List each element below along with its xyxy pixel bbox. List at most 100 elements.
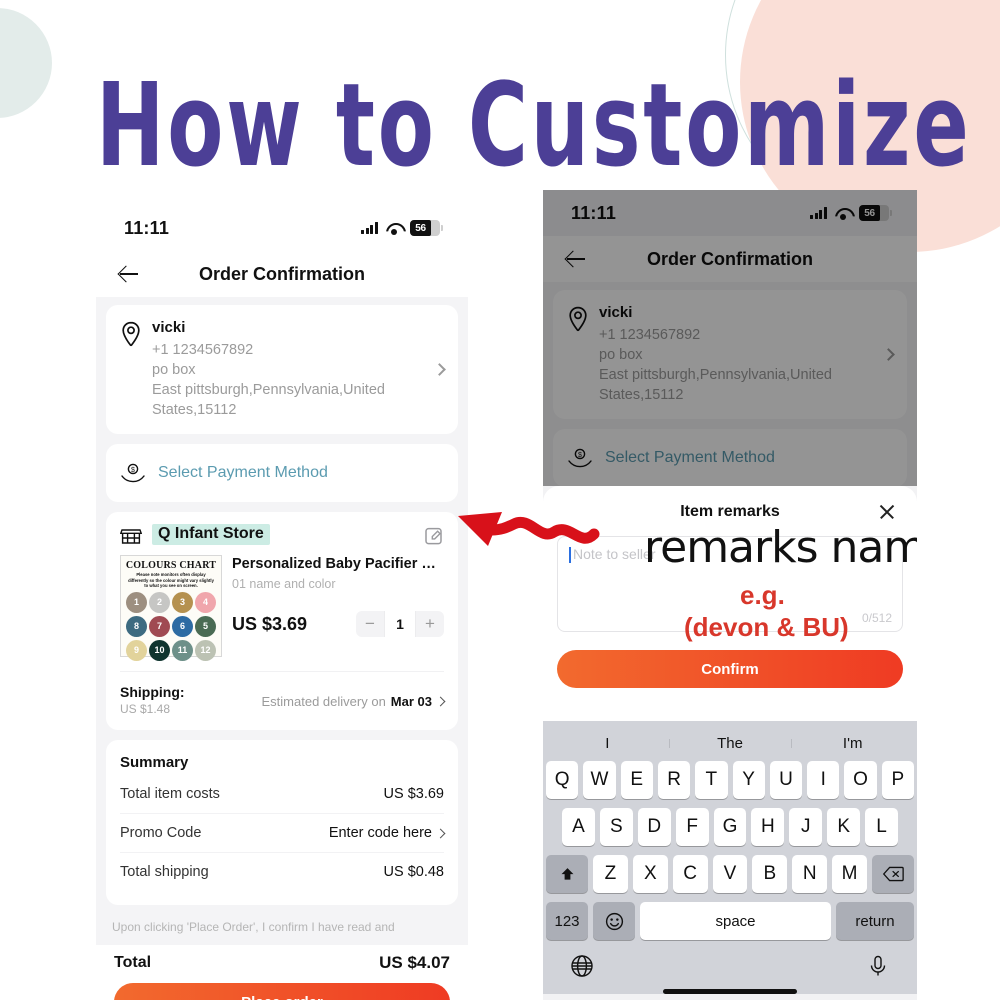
shipping-label: Shipping: bbox=[120, 684, 185, 700]
promo-code-entry[interactable]: Enter code here bbox=[329, 825, 446, 841]
colour-swatch-grid: 1 2 3 4 8 7 6 5 9 10 11 12 bbox=[124, 591, 218, 661]
quantity-decrease-button[interactable]: − bbox=[356, 611, 384, 637]
note-edit-icon[interactable] bbox=[424, 526, 444, 546]
key-w[interactable]: W bbox=[583, 761, 616, 799]
colours-chart-subtext: Please note monitors often display diffe… bbox=[128, 572, 214, 589]
key-g[interactable]: G bbox=[713, 808, 747, 846]
chevron-right-icon[interactable] bbox=[433, 363, 446, 377]
annotation-remarks-name: remarks name bbox=[644, 522, 917, 573]
summary-card: Summary Total item costs US $3.69 Promo … bbox=[106, 740, 458, 905]
chevron-right-icon[interactable] bbox=[882, 348, 895, 362]
product-variant: 01 name and color bbox=[232, 577, 336, 591]
key-s[interactable]: S bbox=[599, 808, 633, 846]
address-card[interactable]: vicki +1 1234567892 po box East pittsbur… bbox=[106, 305, 458, 434]
address-line-1: po box bbox=[152, 362, 196, 378]
key-f[interactable]: F bbox=[675, 808, 709, 846]
shift-up-icon[interactable] bbox=[546, 855, 588, 893]
product-title[interactable]: Personalized Baby Pacifier Clip Custo... bbox=[232, 555, 444, 573]
key-k[interactable]: K bbox=[827, 808, 861, 846]
poster-canvas: How to Customize 11:11 56 Order Confirma… bbox=[0, 0, 1000, 1000]
summary-row-value: US $0.48 bbox=[383, 864, 444, 880]
confirm-button[interactable]: Confirm bbox=[557, 650, 903, 688]
character-counter: 0/512 bbox=[861, 611, 892, 625]
status-time: 11:11 bbox=[124, 217, 170, 238]
delivery-estimate-prefix: Estimated delivery on bbox=[261, 693, 386, 709]
key-v[interactable]: V bbox=[712, 855, 748, 893]
chevron-right-icon[interactable] bbox=[435, 828, 446, 838]
key-o[interactable]: O bbox=[844, 761, 877, 799]
quantity-stepper[interactable]: − 1 + bbox=[356, 611, 444, 637]
key-u[interactable]: U bbox=[769, 761, 803, 799]
ios-keyboard: I The I'm QWERTYUIOP ASDFGHJKL ZXCVBNM 1… bbox=[543, 721, 917, 994]
location-pin-icon bbox=[120, 321, 142, 347]
prediction-chip[interactable]: I'm bbox=[791, 735, 914, 752]
key-e[interactable]: E bbox=[620, 761, 653, 799]
shipping-row[interactable]: Shipping: US $1.48 Estimated delivery on… bbox=[120, 671, 446, 718]
quantity-value[interactable]: 1 bbox=[384, 611, 416, 637]
battery-icon: 56 bbox=[859, 205, 892, 221]
colour-swatch: 6 bbox=[172, 615, 193, 637]
microphone-icon[interactable] bbox=[866, 954, 890, 983]
address-card[interactable]: vicki +1 1234567892 po box East pittsbur… bbox=[553, 290, 907, 419]
key-t[interactable]: T bbox=[695, 761, 728, 799]
key-j[interactable]: J bbox=[789, 808, 823, 846]
key-q[interactable]: Q bbox=[546, 761, 579, 799]
numbers-key[interactable]: 123 bbox=[546, 902, 588, 940]
backspace-icon[interactable] bbox=[872, 855, 914, 893]
key-c[interactable]: C bbox=[672, 855, 708, 893]
summary-title: Summary bbox=[120, 754, 189, 771]
key-x[interactable]: X bbox=[632, 855, 668, 893]
order-content: vicki +1 1234567892 po box East pittsbur… bbox=[543, 282, 917, 486]
key-b[interactable]: B bbox=[752, 855, 788, 893]
key-r[interactable]: R bbox=[657, 761, 691, 799]
home-indicator bbox=[663, 989, 797, 994]
key-h[interactable]: H bbox=[751, 808, 785, 846]
prediction-chip[interactable]: The bbox=[668, 735, 792, 752]
store-name[interactable]: Q Infant Store bbox=[152, 524, 270, 545]
chevron-right-icon[interactable] bbox=[435, 696, 446, 706]
space-key[interactable]: space bbox=[640, 902, 831, 940]
terms-text: Upon clicking 'Place Order', I confirm I… bbox=[112, 920, 395, 934]
battery-tip bbox=[441, 225, 443, 231]
colour-swatch: 8 bbox=[126, 615, 147, 637]
status-icons: 56 bbox=[810, 205, 892, 221]
quantity-increase-button[interactable]: + bbox=[416, 611, 444, 637]
globe-icon[interactable] bbox=[570, 954, 594, 983]
svg-text:$: $ bbox=[131, 467, 135, 474]
red-wavy-arrow-icon bbox=[452, 486, 602, 566]
key-l[interactable]: L bbox=[865, 808, 899, 846]
payment-method-card[interactable]: $ Select Payment Method bbox=[106, 444, 458, 502]
key-d[interactable]: D bbox=[637, 808, 671, 846]
key-z[interactable]: Z bbox=[593, 855, 628, 893]
return-key[interactable]: return bbox=[836, 902, 914, 940]
key-i[interactable]: I bbox=[807, 761, 840, 799]
signal-bars-icon bbox=[361, 222, 378, 234]
close-icon[interactable] bbox=[877, 502, 897, 522]
keyboard-row-2: ASDFGHJKL bbox=[546, 808, 914, 846]
product-thumbnail-colours-chart[interactable]: COLOURS CHART Please note monitors often… bbox=[120, 555, 222, 661]
prediction-chip[interactable]: I bbox=[546, 735, 669, 752]
status-time: 11:11 bbox=[571, 202, 617, 223]
key-p[interactable]: P bbox=[881, 761, 914, 799]
colour-swatch: 10 bbox=[149, 639, 170, 661]
summary-row: Total shipping US $0.48 bbox=[120, 853, 444, 891]
summary-row-label: Promo Code bbox=[120, 825, 202, 841]
key-y[interactable]: Y bbox=[732, 761, 765, 799]
key-a[interactable]: A bbox=[562, 808, 595, 846]
recipient-phone: +1 1234567892 bbox=[599, 327, 701, 343]
place-order-button[interactable]: Place order bbox=[114, 983, 450, 1000]
payment-method-card[interactable]: $ Select Payment Method bbox=[553, 429, 907, 486]
summary-row-promo[interactable]: Promo Code Enter code here bbox=[120, 814, 446, 853]
page-title: How to Customize bbox=[96, 59, 972, 194]
key-m[interactable]: M bbox=[832, 855, 868, 893]
battery-tip bbox=[890, 210, 892, 216]
back-arrow-icon[interactable] bbox=[118, 263, 140, 285]
back-arrow-icon[interactable] bbox=[565, 248, 587, 270]
emoji-smiley-icon[interactable] bbox=[593, 902, 635, 940]
location-pin-icon bbox=[567, 306, 589, 332]
nav-bar: Order Confirmation bbox=[543, 236, 917, 282]
phone-screen-left: 11:11 56 Order Confirmation vicki +1 123… bbox=[96, 205, 468, 1000]
colour-swatch: 5 bbox=[195, 615, 216, 637]
key-n[interactable]: N bbox=[792, 855, 828, 893]
storefront-icon bbox=[119, 525, 143, 545]
